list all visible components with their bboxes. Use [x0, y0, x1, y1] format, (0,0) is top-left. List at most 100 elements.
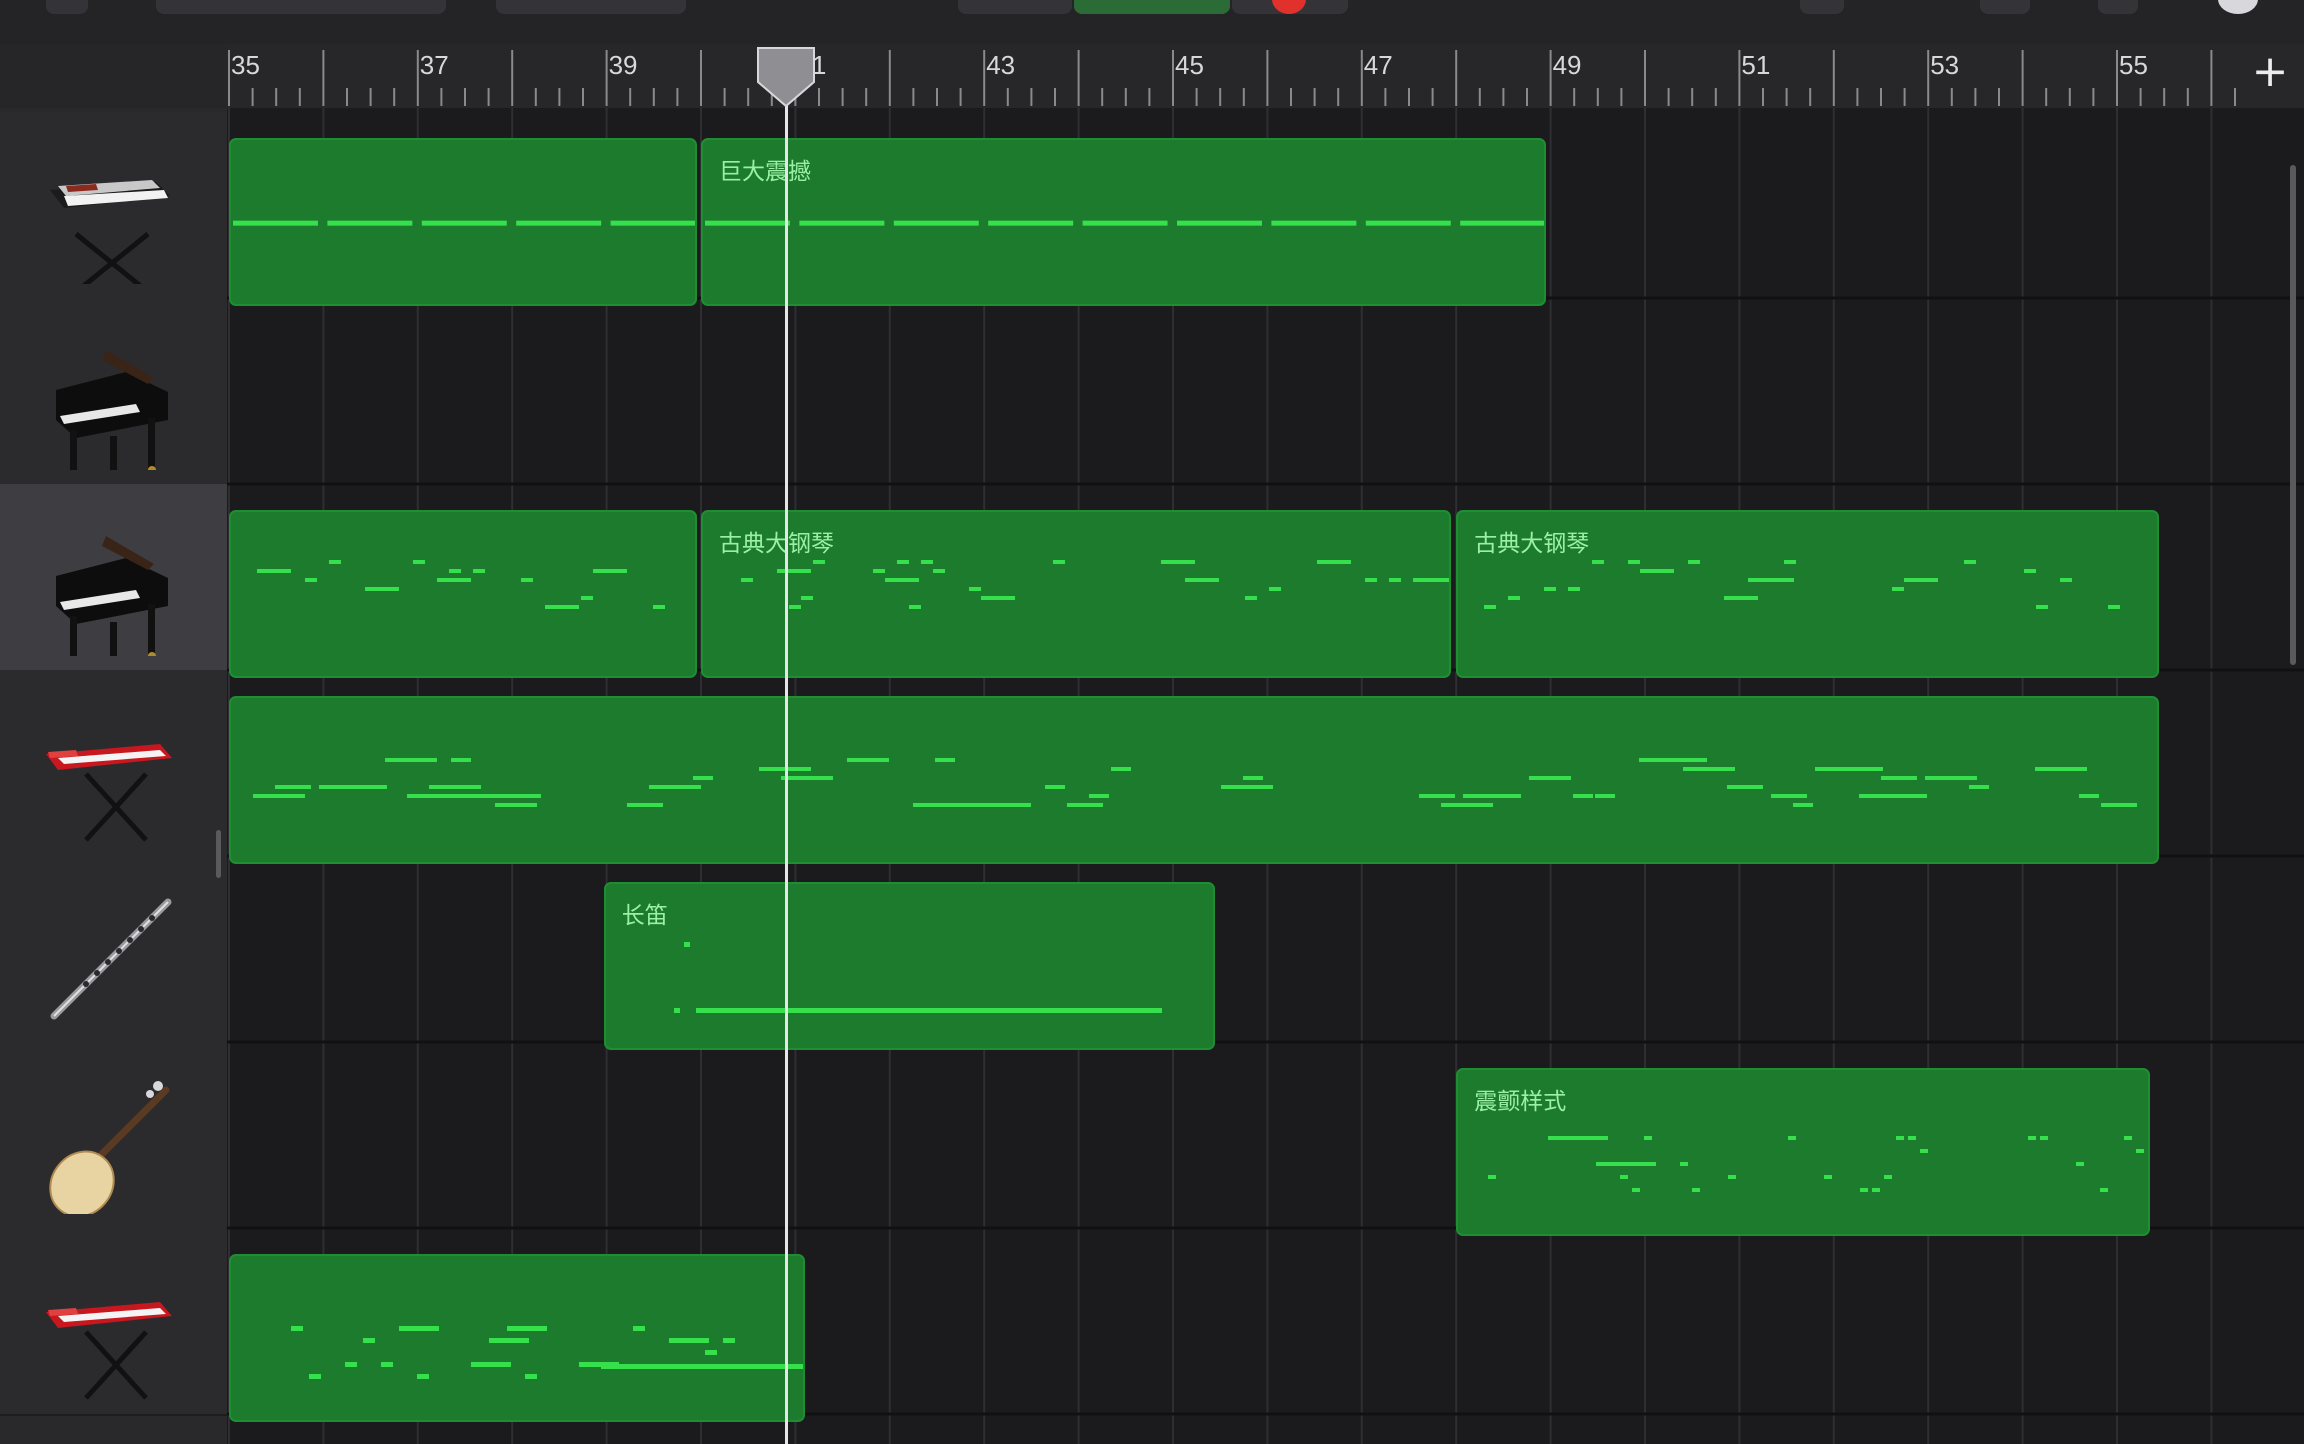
midi-note: [1185, 578, 1219, 582]
midi-note: [2035, 767, 2087, 771]
midi-note: [516, 220, 602, 226]
track-header-synth-keyboard[interactable]: [0, 112, 227, 300]
midi-note: [1620, 1175, 1629, 1179]
midi-note: [2036, 605, 2049, 609]
bar-number-label: 49: [1553, 50, 1582, 80]
track-lanes[interactable]: 巨大震撼古典大钢琴 古典大钢琴长笛震颤样式: [227, 108, 2304, 1444]
midi-region[interactable]: [229, 138, 698, 306]
region-label: 古典大钢琴: [1474, 531, 1590, 557]
midi-region[interactable]: [229, 696, 2160, 864]
header-resize-grip[interactable]: [216, 830, 221, 878]
midi-note: [1082, 220, 1168, 226]
midi-note: [473, 569, 485, 573]
midi-note: [2024, 569, 2037, 573]
track-header-pipa[interactable]: [0, 1042, 227, 1230]
midi-region[interactable]: 巨大震撼: [701, 138, 1546, 306]
midi-note: [1089, 794, 1109, 798]
metronome-button[interactable]: [1980, 0, 2030, 14]
midi-note: [381, 1362, 393, 1367]
midi-note: [1488, 1175, 1497, 1179]
midi-note: [1896, 1136, 1905, 1140]
midi-note: [601, 1364, 803, 1369]
midi-note: [2100, 1188, 2109, 1192]
region-notes: [673, 942, 1162, 1013]
control-bar: [0, 0, 2304, 44]
ruler-ticks: 3537394143454749515355: [228, 50, 2236, 106]
midi-note: [1860, 1188, 1869, 1192]
midi-note: [1596, 1162, 1657, 1166]
midi-note: [1437, 578, 1449, 582]
midi-note: [1460, 220, 1544, 226]
bar-number-label: 43: [986, 50, 1015, 80]
play-button[interactable]: [1074, 0, 1230, 14]
midi-note: [813, 560, 825, 564]
midi-region[interactable]: 古典大钢琴: [701, 510, 1452, 678]
track-header-grand-piano[interactable]: [0, 298, 227, 486]
midi-note: [319, 785, 387, 789]
midi-note: [2124, 1136, 2133, 1140]
midi-note: [1884, 1175, 1893, 1179]
midi-note: [705, 220, 790, 226]
midi-note: [1947, 776, 1967, 780]
midi-note: [2079, 794, 2099, 798]
loop-button[interactable]: [1800, 0, 1844, 14]
midi-note: [449, 569, 461, 573]
midi-note: [1389, 578, 1401, 582]
track-header-red-stage-keyboard[interactable]: [0, 1228, 227, 1416]
midi-note: [979, 803, 1031, 807]
midi-note: [1484, 605, 1497, 609]
midi-note: [1595, 794, 1615, 798]
midi-note: [1644, 1136, 1653, 1140]
track-header-column: [0, 108, 227, 1444]
midi-note: [1688, 560, 1701, 564]
midi-note: [1221, 785, 1273, 789]
browser-button[interactable]: [156, 0, 446, 14]
synth-keyboard-icon: [50, 180, 170, 284]
midi-note: [1892, 587, 1905, 591]
midi-note: [413, 560, 425, 564]
midi-region[interactable]: [229, 510, 698, 678]
midi-note: [1683, 767, 1735, 771]
midi-region[interactable]: [229, 1254, 805, 1422]
bar-number-label: 53: [1930, 50, 1959, 80]
bar-number-label: 37: [420, 50, 449, 80]
add-section-button[interactable]: +: [2248, 50, 2292, 96]
midi-note: [741, 578, 753, 582]
vertical-scrollbar[interactable]: [2290, 165, 2296, 665]
midi-note: [1245, 596, 1257, 600]
help-icon[interactable]: [2218, 0, 2258, 14]
midi-note: [893, 220, 979, 226]
midi-note: [1365, 220, 1451, 226]
midi-note: [525, 1374, 537, 1379]
midi-note: [653, 605, 665, 609]
midi-note: [1177, 220, 1262, 226]
menu-button[interactable]: [46, 0, 88, 14]
view-toggle[interactable]: [496, 0, 686, 14]
midi-note: [897, 560, 909, 564]
midi-region[interactable]: 古典大钢琴: [1456, 510, 2160, 678]
region-notes: [233, 220, 696, 226]
track-header-flute[interactable]: [0, 856, 227, 1044]
track-header-grand-piano[interactable]: [0, 484, 227, 672]
midi-note: [1243, 776, 1263, 780]
playhead-handle[interactable]: [754, 46, 818, 108]
midi-note: [693, 776, 713, 780]
midi-note: [327, 220, 413, 226]
bar-number-label: 45: [1175, 50, 1204, 80]
midi-region[interactable]: 震颤样式: [1456, 1068, 2151, 1236]
stop-button[interactable]: [958, 0, 1072, 14]
midi-note: [1441, 803, 1493, 807]
midi-note: [275, 785, 311, 789]
timeline-ruler[interactable]: 3537394143454749515355: [0, 44, 2304, 108]
midi-note: [291, 1326, 303, 1331]
midi-note: [437, 578, 471, 582]
playhead[interactable]: [784, 92, 788, 1444]
midi-note: [1964, 560, 1977, 564]
midi-note: [1632, 1188, 1641, 1192]
track-header-red-stage-keyboard[interactable]: [0, 670, 227, 858]
midi-region[interactable]: 长笛: [603, 882, 1216, 1050]
settings-button[interactable]: [2098, 0, 2138, 14]
region-notes: [257, 560, 665, 609]
midi-note: [909, 605, 921, 609]
midi-note: [2076, 1162, 2085, 1166]
